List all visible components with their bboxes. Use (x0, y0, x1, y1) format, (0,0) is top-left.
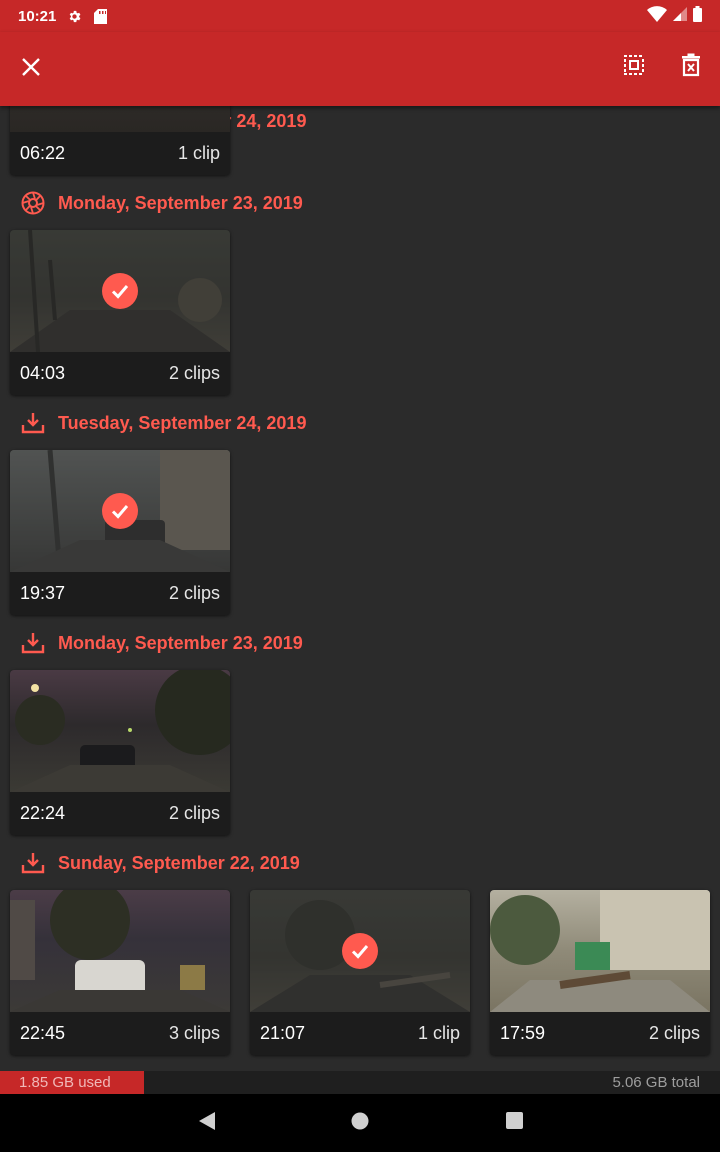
download-icon (20, 410, 46, 436)
recording-thumbnail (10, 670, 230, 792)
recording-time: 22:24 (20, 803, 66, 823)
recording-thumbnail (490, 890, 710, 1012)
section-date: Tuesday, September 24, 2019 (58, 412, 307, 433)
wifi-icon (647, 6, 667, 26)
section-date: Sunday, September 22, 2019 (58, 852, 300, 873)
signal-icon (673, 7, 687, 25)
section-header: Sunday, September 22, 2019 (20, 848, 300, 878)
select-all-icon (622, 53, 646, 82)
selected-check-icon (102, 493, 138, 529)
recording-card[interactable]: 04:03 2 clips (10, 230, 230, 395)
recording-time: 19:37 (20, 583, 66, 603)
card-footer: 06:22 1 clip (10, 132, 230, 175)
recording-thumbnail (10, 106, 230, 132)
recording-card[interactable]: 22:24 2 clips (10, 670, 230, 835)
battery-icon (693, 6, 702, 26)
card-footer: 19:37 2 clips (10, 572, 230, 615)
recordings-list[interactable]: Tuesday, September 24, 2019 06:22 1 clip… (0, 106, 720, 1070)
select-all-button[interactable] (610, 43, 658, 91)
card-footer: 22:45 3 clips (10, 1012, 230, 1055)
recording-time: 04:03 (20, 363, 66, 383)
card-footer: 04:03 2 clips (10, 352, 230, 395)
section-header: Tuesday, September 24, 2019 (20, 408, 306, 438)
recording-card[interactable]: 21:07 1 clip (250, 890, 470, 1055)
card-footer: 21:07 1 clip (250, 1012, 470, 1055)
close-icon (22, 57, 40, 81)
status-time: 10:21 (18, 7, 57, 25)
recording-card[interactable]: 19:37 2 clips (10, 450, 230, 615)
recording-card[interactable]: 22:45 3 clips (10, 890, 230, 1055)
card-footer: 22:24 2 clips (10, 792, 230, 835)
card-footer: 17:59 2 clips (490, 1012, 710, 1055)
recording-time: 06:22 (20, 143, 66, 163)
section-date: Monday, September 23, 2019 (58, 632, 303, 653)
delete-icon (681, 53, 701, 82)
camera-shutter-icon (20, 190, 46, 216)
section-date: Monday, September 23, 2019 (58, 192, 303, 213)
clip-count: 3 clips (168, 1023, 220, 1043)
clip-count: 2 clips (168, 583, 220, 603)
recording-card[interactable]: 17:59 2 clips (490, 890, 710, 1055)
clip-count: 2 clips (168, 803, 220, 823)
status-bar: 10:21 (0, 0, 720, 32)
recording-thumbnail (10, 890, 230, 1012)
delete-button[interactable] (667, 43, 715, 91)
sd-card-icon (92, 8, 108, 24)
clip-count: 1 clip (417, 1023, 460, 1043)
recording-time: 22:45 (20, 1023, 66, 1043)
storage-total: 5.06 GB total (612, 1074, 700, 1091)
section-header: Monday, September 23, 2019 (20, 188, 303, 218)
storage-used: 1.85 GB used (0, 1071, 144, 1094)
back-button[interactable] (193, 1109, 221, 1137)
gear-icon (66, 8, 82, 24)
download-icon (20, 630, 46, 656)
clip-count: 2 clips (648, 1023, 700, 1043)
clip-count: 1 clip (177, 143, 220, 163)
recents-icon (505, 1112, 523, 1134)
home-button[interactable] (346, 1109, 374, 1137)
clip-count: 2 clips (168, 363, 220, 383)
recents-button[interactable] (500, 1109, 528, 1137)
action-bar (0, 32, 720, 106)
back-icon (198, 1111, 216, 1136)
selected-check-icon (342, 933, 378, 969)
recording-card[interactable]: 06:22 1 clip (10, 106, 230, 175)
home-icon (351, 1112, 369, 1135)
selected-check-icon (102, 273, 138, 309)
recording-time: 17:59 (500, 1023, 546, 1043)
section-header: Monday, September 23, 2019 (20, 628, 303, 658)
system-nav-bar (0, 1094, 720, 1152)
recording-time: 21:07 (260, 1023, 306, 1043)
close-button[interactable] (7, 45, 55, 93)
storage-usage-bar: 1.85 GB used 5.06 GB total (0, 1071, 720, 1094)
download-icon (20, 850, 46, 876)
